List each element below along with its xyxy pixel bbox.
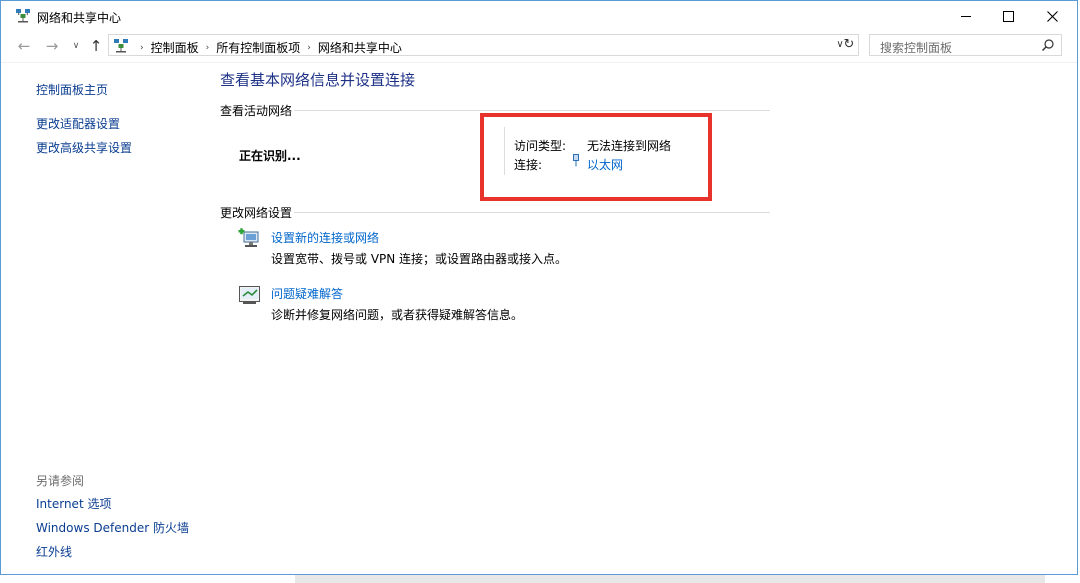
- change-settings-heading: 更改网络设置: [220, 206, 293, 220]
- breadcrumb-separator-icon[interactable]: ›: [140, 43, 144, 53]
- see-also-defender-firewall[interactable]: Windows Defender 防火墙: [36, 519, 189, 536]
- search-icon[interactable]: [1041, 38, 1055, 52]
- task-desc-troubleshoot: 诊断并修复网络问题，或者获得疑难解答信息。: [271, 308, 524, 322]
- active-networks-heading: 查看活动网络: [220, 104, 293, 118]
- breadcrumb-network-center[interactable]: 网络和共享中心: [318, 39, 402, 56]
- address-bar[interactable]: › 控制面板 › 所有控制面板项 › 网络和共享中心 ∨: [108, 34, 859, 56]
- title-bar[interactable]: 网络和共享中心: [1, 1, 1077, 31]
- network-sharing-window: 网络和共享中心 ← → ∨ ↑ › 控制面板 › 所有控制面板项 › 网络和共享…: [0, 0, 1078, 575]
- new-connection-icon: [238, 228, 259, 247]
- background-strip: [295, 575, 1045, 583]
- up-arrow-icon[interactable]: ↑: [87, 37, 105, 55]
- toolbar-divider: [1, 62, 1077, 63]
- network-name: 正在识别...: [239, 149, 301, 163]
- window-title: 网络和共享中心: [37, 11, 122, 25]
- change-settings-rule: [294, 212, 770, 213]
- close-button[interactable]: [1029, 1, 1075, 31]
- forward-arrow-icon[interactable]: →: [43, 37, 61, 55]
- breadcrumb: › 控制面板 › 所有控制面板项 › 网络和共享中心: [133, 39, 402, 56]
- breadcrumb-control-panel[interactable]: 控制面板: [151, 39, 199, 56]
- close-icon: [1046, 10, 1058, 22]
- breadcrumb-separator-icon[interactable]: ›: [206, 43, 210, 53]
- recent-locations-chevron-icon[interactable]: ∨: [67, 37, 85, 55]
- maximize-button[interactable]: [985, 1, 1031, 31]
- sidebar-link-adapter-settings[interactable]: 更改适配器设置: [36, 115, 120, 132]
- sidebar-link-advanced-sharing[interactable]: 更改高级共享设置: [36, 139, 132, 156]
- minimize-icon: [961, 15, 971, 17]
- search-input[interactable]: 搜索控制面板: [869, 34, 1062, 56]
- refresh-icon[interactable]: ↻: [841, 36, 857, 54]
- sidebar-link-control-panel-home[interactable]: 控制面板主页: [36, 81, 108, 98]
- search-placeholder: 搜索控制面板: [880, 41, 953, 55]
- breadcrumb-separator-icon[interactable]: ›: [307, 43, 311, 53]
- page-title: 查看基本网络信息并设置连接: [220, 71, 416, 89]
- active-networks-rule: [294, 110, 770, 111]
- minimize-button[interactable]: [943, 1, 989, 31]
- see-also-heading: 另请参阅: [36, 474, 85, 488]
- see-also-infrared[interactable]: 红外线: [36, 543, 72, 560]
- network-center-icon: [16, 9, 30, 23]
- task-desc-new-connection: 设置宽带、拨号或 VPN 连接；或设置路由器或接入点。: [271, 252, 568, 266]
- highlight-annotation-box: [480, 113, 712, 201]
- navigation-bar: ← → ∨ ↑ › 控制面板 › 所有控制面板项 › 网络和共享中心 ∨ ↻ 搜…: [1, 33, 1077, 59]
- task-link-new-connection[interactable]: 设置新的连接或网络: [271, 229, 379, 246]
- troubleshoot-icon: [239, 286, 260, 304]
- maximize-icon: [1002, 10, 1014, 22]
- task-link-troubleshoot[interactable]: 问题疑难解答: [271, 285, 343, 302]
- see-also-internet-options[interactable]: Internet 选项: [36, 495, 111, 512]
- breadcrumb-all-items[interactable]: 所有控制面板项: [216, 39, 300, 56]
- control-panel-icon: [114, 39, 128, 53]
- back-arrow-icon[interactable]: ←: [15, 37, 33, 55]
